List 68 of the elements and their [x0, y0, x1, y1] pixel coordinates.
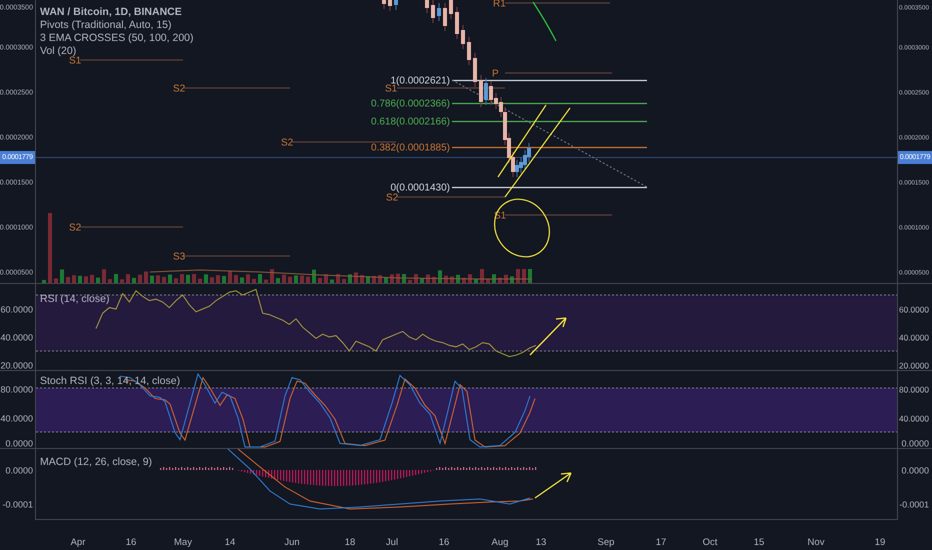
- time-axis-label: May: [174, 537, 192, 548]
- axis-label: 60.0000: [899, 304, 929, 314]
- time-axis-label: 18: [344, 537, 356, 548]
- fib-level-label: 0.382(0.0001885): [371, 142, 450, 154]
- axis-label: 80.0000: [0, 384, 33, 394]
- axis-label: 20.0000: [0, 360, 33, 370]
- pivot-label: S1: [69, 56, 82, 66]
- axis-label: -0.0001: [2, 500, 33, 510]
- axis-label: 40.0000: [899, 414, 929, 424]
- ema-line: [532, 2, 557, 42]
- candle: [455, 6, 459, 40]
- fib-level-label: 0(0.0001430): [390, 182, 450, 194]
- candle: [461, 24, 465, 50]
- axis-label: 0.0000: [5, 438, 33, 448]
- pivot-label: S2: [281, 138, 294, 148]
- time-axis-label: 16: [438, 537, 450, 548]
- legend-text: WAN / Bitcoin, 1D, BINANCE: [40, 6, 182, 18]
- candle: [467, 36, 471, 66]
- pivot-label: P: [492, 68, 499, 80]
- indicator-title: MACD (12, 26, close, 9): [40, 456, 152, 468]
- time-axis-label: 19: [874, 537, 886, 548]
- axis-label: 40.0000: [0, 414, 33, 424]
- pivot-label: S3: [173, 252, 186, 262]
- axis-label: 40.0000: [0, 332, 33, 342]
- fib-level-label: 0.786(0.0002366): [371, 98, 450, 110]
- candle: [425, 0, 429, 14]
- legend-text: Vol (20): [40, 45, 76, 57]
- axis-label: 0.0000: [5, 466, 33, 476]
- candle: [443, 2, 447, 32]
- fib-level-label: 1(0.0002621): [390, 76, 450, 86]
- candle: [437, 2, 441, 22]
- pivot-label: S2: [386, 192, 398, 204]
- candle: [388, 0, 392, 12]
- legend-text: 3 EMA CROSSES (50, 100, 200): [40, 32, 194, 44]
- time-axis-label: Nov: [808, 537, 824, 548]
- candle: [431, 0, 435, 24]
- axis-label: 40.0000: [899, 332, 929, 342]
- indicator-title: RSI (14, close): [40, 293, 110, 305]
- legend-text: Pivots (Traditional, Auto, 15): [40, 19, 172, 31]
- axis-label: 0.0000: [901, 438, 929, 448]
- pivot-label: S2: [69, 222, 82, 234]
- time-axis-label: 16: [126, 537, 136, 548]
- indicator-title: Stoch RSI (3, 3, 14, 14, close): [40, 375, 180, 387]
- candle: [394, 0, 398, 10]
- axis-label: 80.0000: [899, 384, 929, 394]
- arrow-drawing: [529, 317, 567, 356]
- axis-label: -0.0001: [899, 500, 929, 510]
- fib-level-label: 0.618(0.0002166): [371, 116, 450, 128]
- time-axis-label: 13: [536, 537, 546, 548]
- ellipse-marker: [494, 198, 550, 258]
- pivot-label: S2: [173, 84, 186, 94]
- axis-label: 20.0000: [899, 360, 929, 370]
- time-axis-label: Oct: [702, 537, 718, 548]
- time-axis-label: Jun: [284, 537, 300, 548]
- time-axis-label: 15: [754, 537, 764, 548]
- candle: [449, 0, 453, 20]
- time-axis-label: Aug: [492, 537, 508, 548]
- time-axis-label: Jul: [386, 537, 398, 548]
- time-axis-label: Sep: [598, 537, 614, 548]
- axis-label: 60.0000: [0, 304, 33, 314]
- candle: [473, 52, 477, 88]
- time-axis-label: 14: [224, 537, 236, 548]
- candle: [382, 0, 386, 10]
- time-axis-label: 17: [656, 537, 666, 548]
- pivot-label: S1: [385, 84, 398, 94]
- axis-label: 0.0000: [901, 466, 929, 476]
- time-axis-label: Apr: [70, 537, 86, 548]
- arrow-drawing: [534, 472, 572, 499]
